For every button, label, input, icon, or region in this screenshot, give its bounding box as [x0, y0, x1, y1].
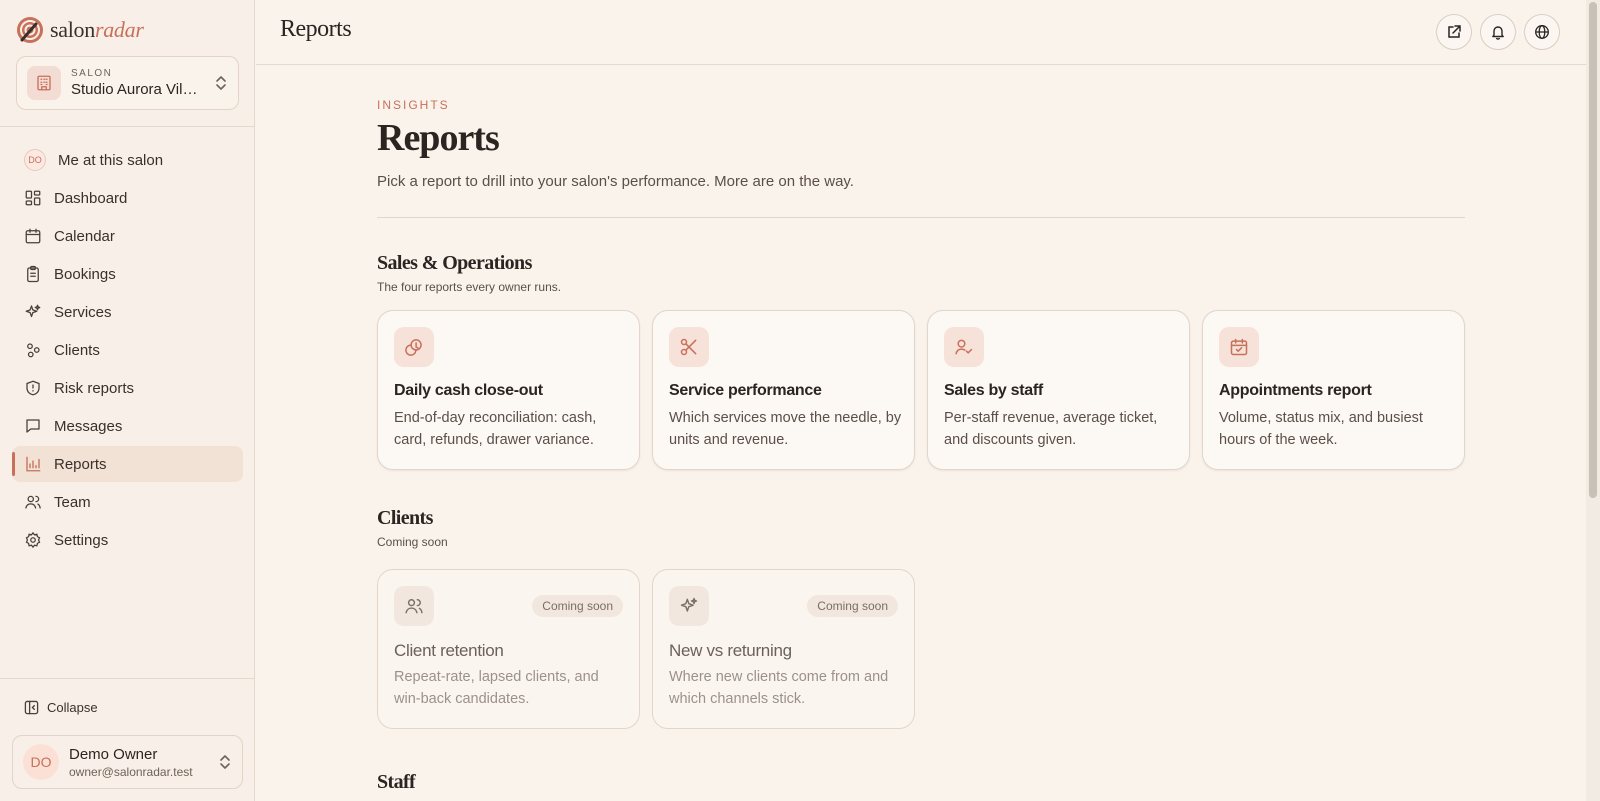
card-title: Daily cash close-out [394, 382, 543, 399]
coming-soon-badge: Coming soon [532, 595, 623, 617]
sidebar-collapse-icon [24, 700, 39, 715]
message-icon [26, 419, 40, 433]
sidebar-item-label: Services [54, 303, 112, 321]
users-icon [394, 586, 434, 626]
building-icon [27, 66, 61, 100]
sidebar-item-label: Reports [54, 455, 107, 473]
card-description: Volume, status mix, and busiest hours of… [1219, 410, 1423, 448]
sidebar-item-label: Settings [54, 531, 109, 549]
external-link-icon [1448, 25, 1461, 38]
sidebar-item-label: Bookings [54, 265, 116, 283]
card-description: Which services move the needle, by units… [669, 410, 902, 448]
card-description: End-of-day reconciliation: cash, card, r… [394, 410, 597, 448]
bell-icon [1492, 26, 1504, 40]
users-icon [25, 495, 41, 509]
grid-icon [25, 190, 41, 206]
card-title: New vs returning [669, 641, 792, 660]
language-button[interactable] [1524, 14, 1560, 50]
sidebar-item-label: Risk reports [54, 379, 135, 397]
salon-switcher[interactable]: SALON Studio Aurora Vilnius [16, 56, 239, 110]
sidebar-item-settings[interactable]: Settings [12, 522, 243, 558]
sidebar-item-label: Team [54, 493, 91, 511]
clipboard-icon [27, 265, 39, 283]
section-title-sales-operations: Sales & Operations [377, 252, 532, 274]
page-title: Reports [377, 117, 500, 159]
chevron-updown-icon [216, 76, 226, 90]
sidebar-divider [0, 678, 255, 679]
section-subtitle: The four reports every owner runs. [377, 280, 562, 294]
sidebar-item-label: Me at this salon [58, 151, 164, 169]
gear-icon [25, 531, 41, 549]
card-description: Where new clients come from and which ch… [669, 669, 889, 707]
header-divider [377, 217, 1465, 218]
section-title-staff: Staff [377, 771, 416, 793]
sidebar-item-dashboard[interactable]: Dashboard [12, 180, 243, 216]
sidebar-item-label: Clients [54, 341, 100, 359]
topbar: Reports [256, 0, 1586, 65]
sidebar-item-label: Calendar [54, 227, 115, 245]
report-card-service-performance[interactable]: Service performance Which services move … [652, 310, 915, 470]
coming-soon-badge: Coming soon [807, 595, 898, 617]
coins-icon [394, 327, 434, 367]
radar-logo-icon [17, 17, 43, 43]
sidebar-item-label: Messages [54, 417, 123, 435]
sidebar-divider [0, 126, 255, 127]
sidebar-item-messages[interactable]: Messages [12, 408, 243, 444]
sidebar-item-bookings[interactable]: Bookings [12, 256, 243, 292]
brand-logo-link[interactable]: salonradar [16, 16, 144, 44]
sidebar-nav: DO Me at this salon Dashboard Calendar B… [12, 142, 243, 560]
report-card-new-vs-returning: Coming soon New vs returning Where new c… [652, 569, 915, 729]
card-title: Service performance [669, 382, 822, 399]
salon-name: Studio Aurora Vilnius [71, 81, 204, 98]
avatar: DO [23, 744, 59, 780]
sidebar: salonradar SALON Studio Aurora Vilnius D… [0, 0, 255, 801]
sidebar-item-clients[interactable]: Clients [12, 332, 243, 368]
card-description: Repeat-rate, lapsed clients, and win-bac… [394, 669, 599, 707]
page-header-title: Reports [280, 16, 352, 42]
calendar-icon [25, 228, 41, 244]
report-card-client-retention: Coming soon Client retention Repeat-rate… [377, 569, 640, 729]
section-title-clients: Clients [377, 507, 433, 529]
calendar-check-icon [1219, 327, 1259, 367]
collapse-label: Collapse [47, 700, 98, 715]
card-title: Client retention [394, 641, 504, 660]
sidebar-item-reports[interactable]: Reports [12, 446, 243, 482]
sidebar-item-team[interactable]: Team [12, 484, 243, 520]
collapse-button[interactable]: Collapse [24, 700, 98, 715]
page-scrollbar[interactable] [1586, 0, 1600, 801]
sparkles-icon [669, 586, 709, 626]
scissors-icon [669, 327, 709, 367]
user-name: Demo Owner [69, 745, 158, 763]
page-eyebrow: INSIGHTS [377, 98, 450, 112]
card-description: Per-staff revenue, average ticket, and d… [944, 410, 1158, 448]
report-card-appointments[interactable]: Appointments report Volume, status mix, … [1202, 310, 1465, 470]
card-title: Sales by staff [944, 382, 1043, 399]
user-email: owner@salonradar.test [69, 764, 193, 779]
globe-icon [1535, 25, 1549, 39]
shield-icon [26, 380, 40, 396]
brand-name: salonradar [50, 17, 144, 42]
section-subtitle: Coming soon [377, 535, 448, 549]
user-menu[interactable]: DO Demo Owner owner@salonradar.test [12, 735, 243, 789]
me-avatar-icon: DO [24, 149, 46, 171]
sidebar-item-me[interactable]: DO Me at this salon [12, 142, 243, 178]
notifications-button[interactable] [1480, 14, 1516, 50]
sidebar-item-label: Dashboard [54, 189, 128, 207]
report-card-daily-cash[interactable]: Daily cash close-out End-of-day reconcil… [377, 310, 640, 470]
clients-icon [27, 343, 40, 358]
sparkles-icon [25, 304, 41, 318]
page-subtitle: Pick a report to drill into your salon's… [377, 173, 854, 190]
salon-label: SALON [71, 68, 113, 79]
open-external-button[interactable] [1436, 14, 1472, 50]
sidebar-item-calendar[interactable]: Calendar [12, 218, 243, 254]
card-title: Appointments report [1219, 382, 1372, 399]
scrollbar-thumb[interactable] [1589, 2, 1597, 498]
bar-chart-icon [26, 456, 41, 472]
sidebar-item-services[interactable]: Services [12, 294, 243, 330]
report-card-sales-by-staff[interactable]: Sales by staff Per-staff revenue, averag… [927, 310, 1190, 470]
sidebar-item-risk-reports[interactable]: Risk reports [12, 370, 243, 406]
chevron-updown-icon [220, 755, 230, 769]
user-check-icon [944, 327, 984, 367]
